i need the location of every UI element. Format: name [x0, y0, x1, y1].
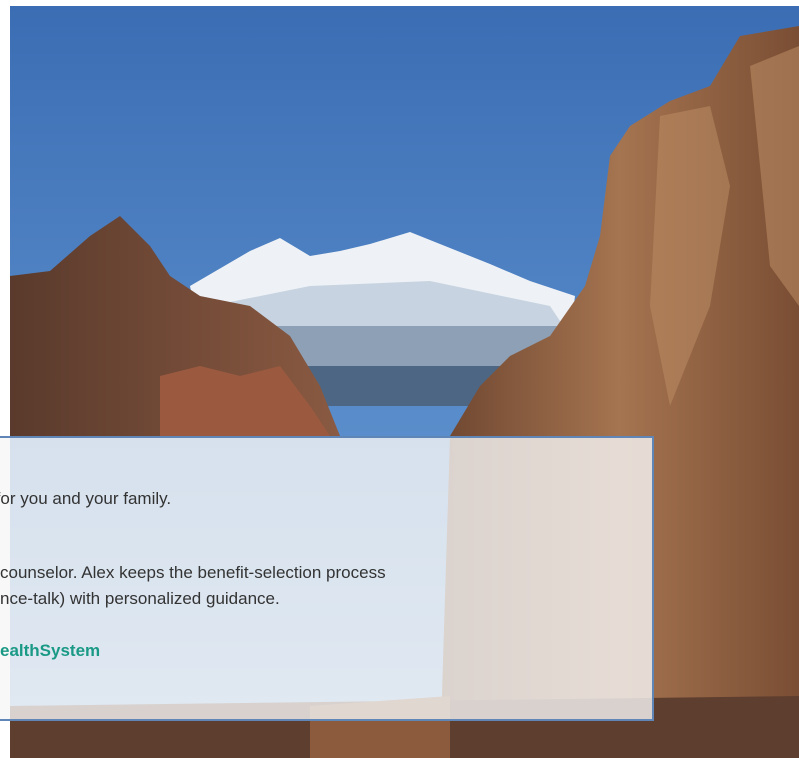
description-line-1: counselor. Alex keeps the benefit-select… [0, 563, 386, 582]
description-text: counselor. Alex keeps the benefit-select… [0, 560, 629, 612]
signature-brand: ealthSystem [0, 641, 101, 660]
description-line-2: nce-talk) with personalized guidance. [0, 589, 280, 608]
intro-line: es for you and your family. [0, 489, 172, 508]
intro-text: xxxxxxxxxxxxxxxxxxxxxxxxxxxxes for you a… [0, 486, 171, 512]
info-card: xxxxxxxxxxxxxxxxxxxxxxxxxxxxes for you a… [0, 436, 654, 721]
